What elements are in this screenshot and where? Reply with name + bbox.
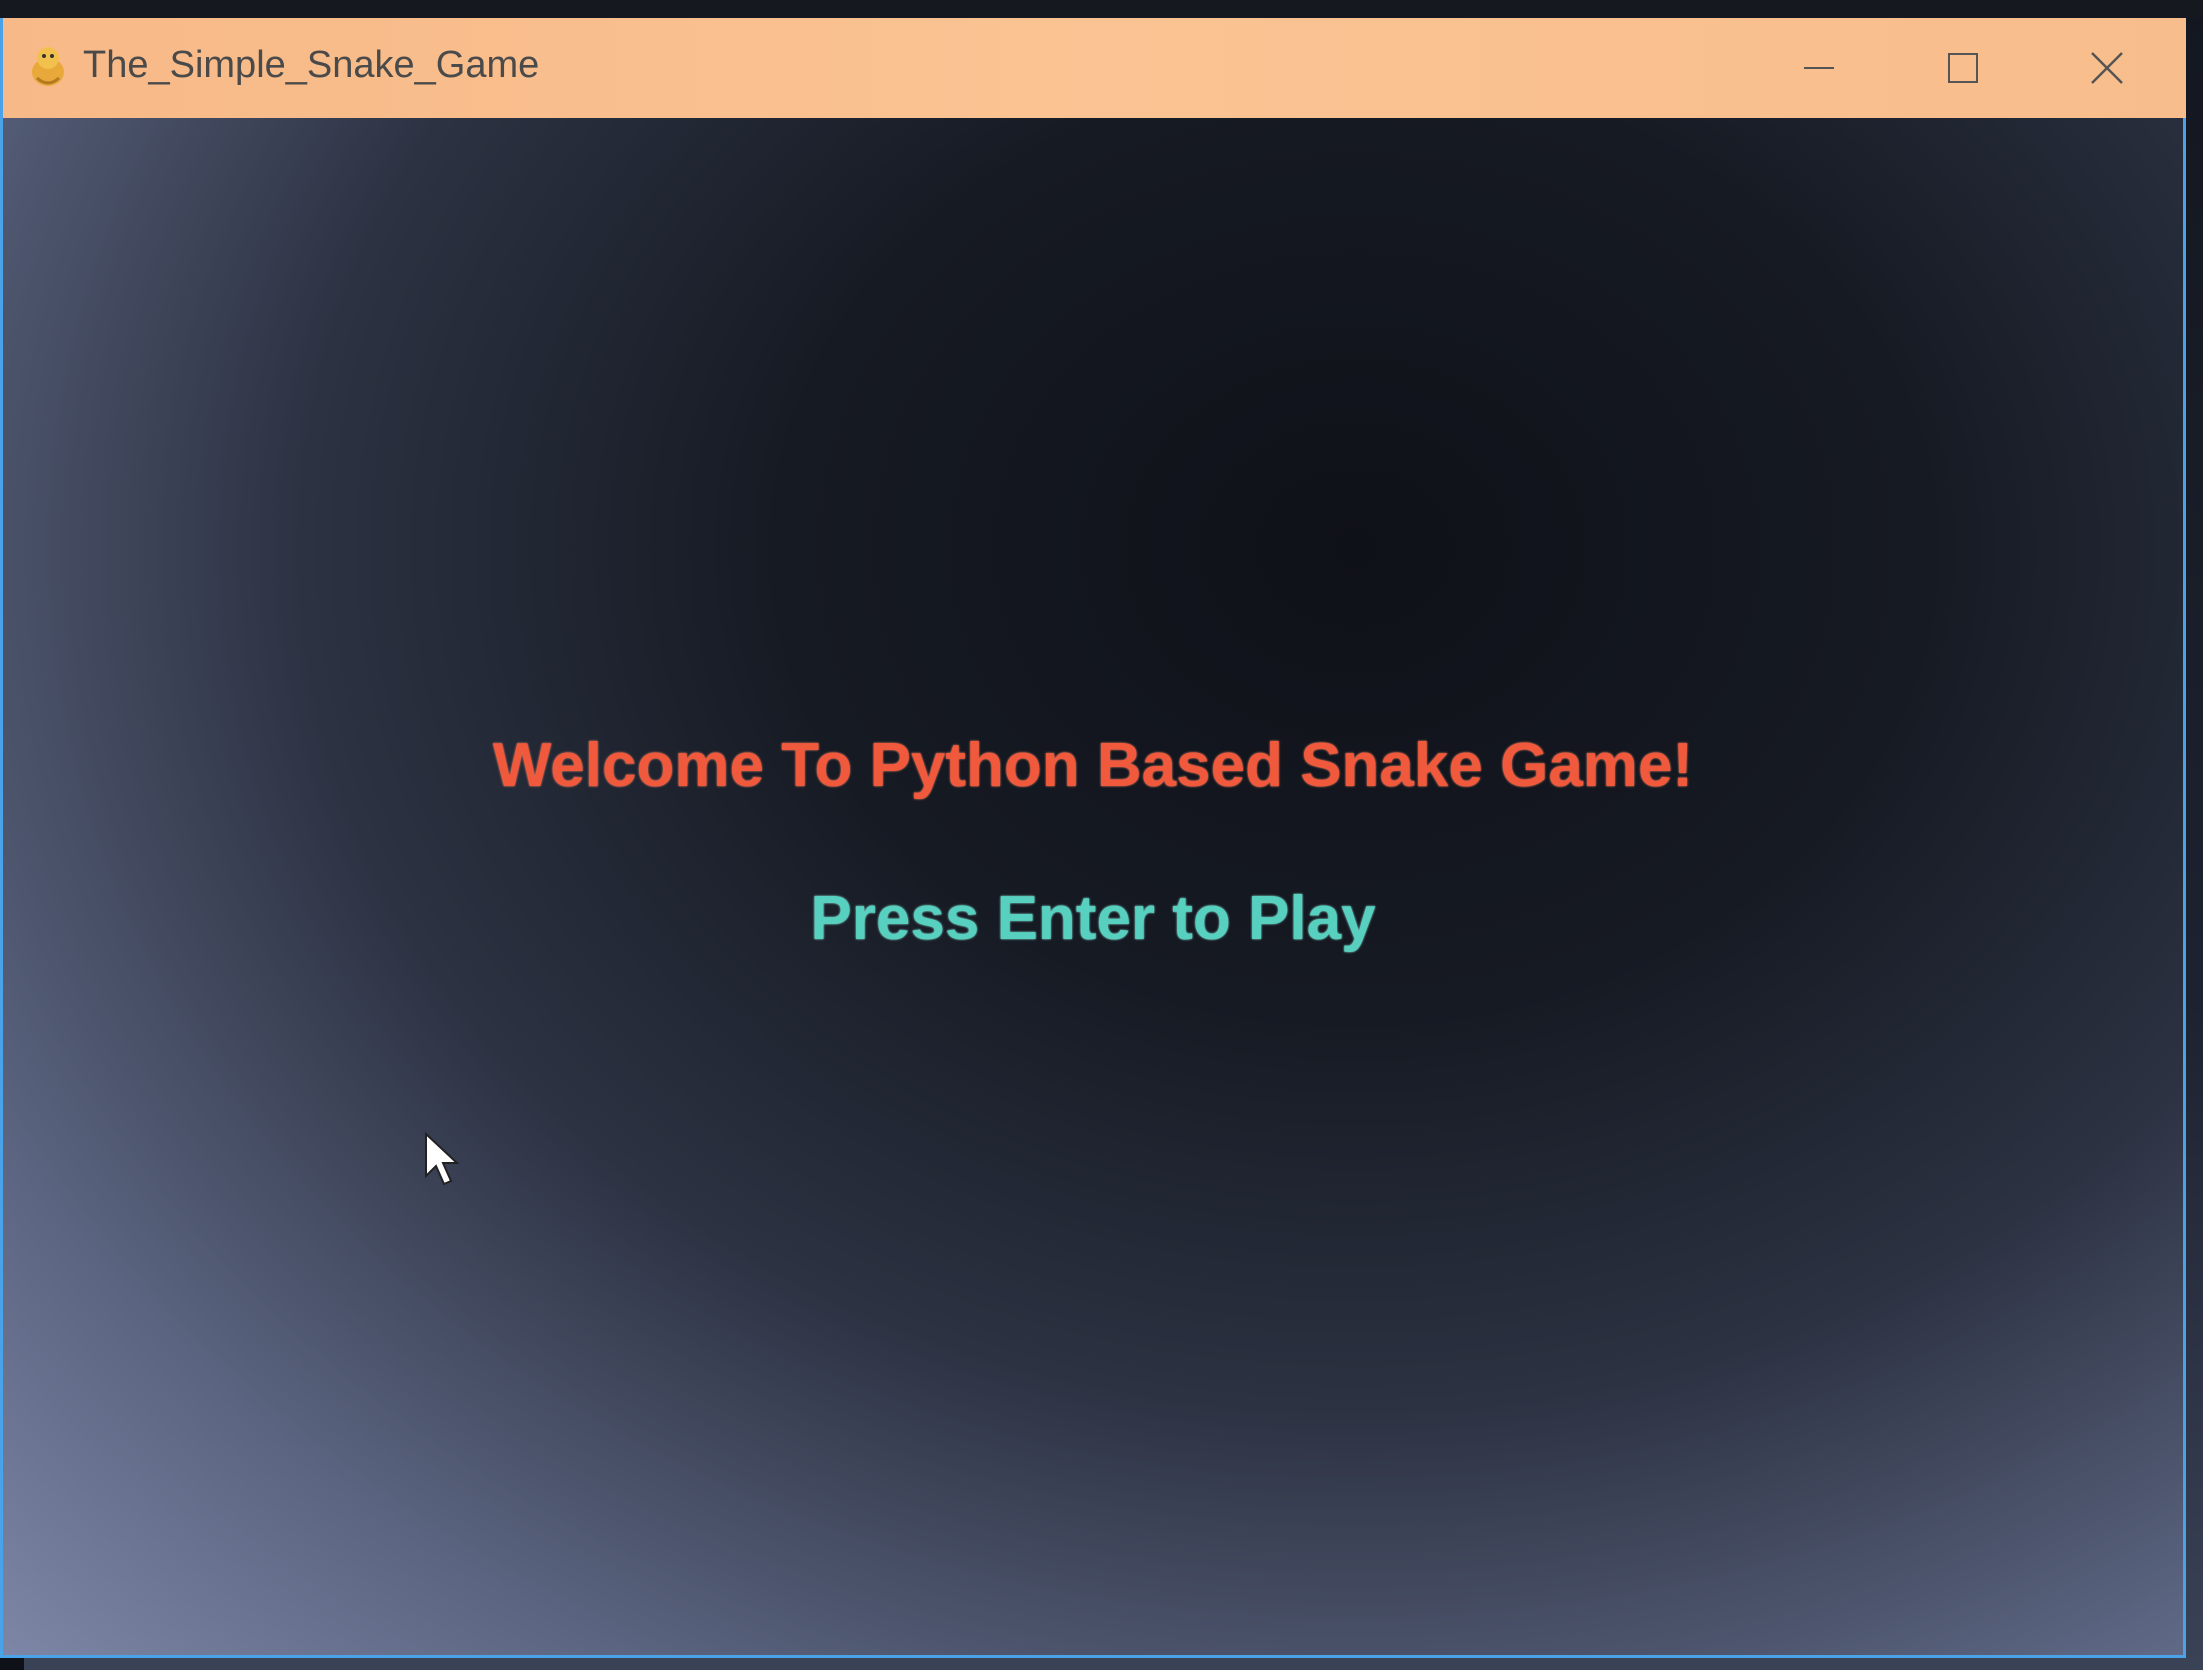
- welcome-message: Welcome To Python Based Snake Game!: [492, 731, 1694, 800]
- title-bar[interactable]: The_Simple_Snake_Game: [3, 18, 2186, 118]
- close-button[interactable]: [2037, 18, 2177, 118]
- maximize-icon: [1948, 53, 1978, 83]
- mouse-pointer-icon: [425, 1132, 460, 1186]
- press-enter-prompt: Press Enter to Play: [810, 884, 1376, 953]
- maximize-button[interactable]: [1893, 18, 2033, 118]
- window-title: The_Simple_Snake_Game: [83, 44, 540, 86]
- game-canvas[interactable]: Welcome To Python Based Snake Game! Pres…: [3, 118, 2183, 1655]
- pygame-snake-icon: [32, 47, 64, 86]
- game-window: The_Simple_Snake_Game Welcome To Python …: [0, 18, 2186, 1658]
- close-icon: [2091, 52, 2123, 84]
- background-editor-strip: [0, 0, 2203, 18]
- minimize-icon: [1804, 67, 1834, 69]
- minimize-button[interactable]: [1749, 18, 1889, 118]
